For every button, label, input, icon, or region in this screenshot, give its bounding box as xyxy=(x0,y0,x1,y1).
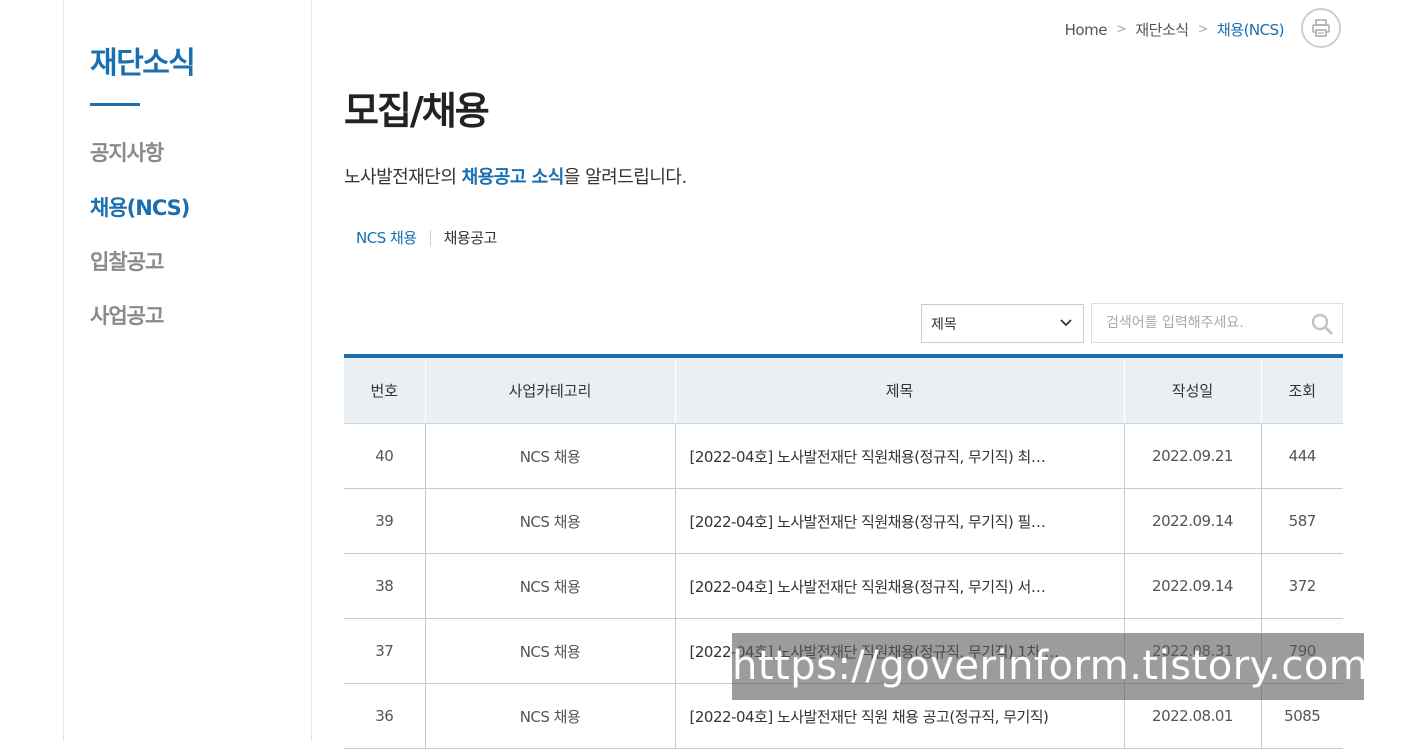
tab-divider xyxy=(429,229,431,246)
table-row[interactable]: 39 NCS 채용 [2022-04호] 노사발전재단 직원채용(정규직, 무기… xyxy=(344,488,1343,554)
chevron-down-icon xyxy=(1060,319,1072,327)
search-field-value: 제목 xyxy=(931,316,957,333)
row-category: NCS 채용 xyxy=(425,683,676,749)
breadcrumb-home[interactable]: Home xyxy=(1065,21,1108,39)
breadcrumb: Home > 재단소식 > 채용(NCS) xyxy=(1065,19,1285,40)
intro-text: 노사발전재단의 xyxy=(344,167,462,188)
chevron-right-icon: > xyxy=(1197,22,1209,37)
printer-icon xyxy=(1312,19,1330,37)
sidebar-item-notice[interactable]: 공지사항 xyxy=(90,137,164,167)
row-views: 587 xyxy=(1261,488,1343,554)
row-category: NCS 채용 xyxy=(425,553,676,619)
row-date: 2022.09.14 xyxy=(1124,553,1262,619)
row-title-link[interactable]: [2022-04호] 노사발전재단 직원채용(정규직, 무기직) 서… xyxy=(675,553,1125,619)
row-number: 37 xyxy=(344,618,426,684)
row-number: 36 xyxy=(344,683,426,749)
row-number: 40 xyxy=(344,423,426,489)
breadcrumb-current[interactable]: 채용(NCS) xyxy=(1217,19,1285,40)
table-row[interactable]: 40 NCS 채용 [2022-04호] 노사발전재단 직원채용(정규직, 무기… xyxy=(344,423,1343,489)
row-views: 372 xyxy=(1261,553,1343,619)
chevron-right-icon: > xyxy=(1115,22,1127,37)
sidebar-title: 재단소식 xyxy=(90,46,196,81)
sidebar-title-underline xyxy=(90,103,140,106)
row-category: NCS 채용 xyxy=(425,488,676,554)
header-date: 작성일 xyxy=(1124,358,1262,424)
header-category: 사업카테고리 xyxy=(425,358,676,424)
tab-recruit-notice[interactable]: 채용공고 xyxy=(444,227,498,248)
sidebar-item-bidding[interactable]: 입찰공고 xyxy=(90,246,164,276)
row-number: 38 xyxy=(344,553,426,619)
row-category: NCS 채용 xyxy=(425,618,676,684)
watermark-overlay: https://goverinform.tistory.com xyxy=(732,633,1368,700)
row-title-link[interactable]: [2022-04호] 노사발전재단 직원채용(정규직, 무기직) 최… xyxy=(675,423,1125,489)
intro-highlight: 채용공고 소식 xyxy=(461,167,565,188)
table-row[interactable]: 38 NCS 채용 [2022-04호] 노사발전재단 직원채용(정규직, 무기… xyxy=(344,553,1343,619)
search-input[interactable] xyxy=(1104,304,1308,342)
breadcrumb-level1[interactable]: 재단소식 xyxy=(1135,19,1189,40)
table-header-row: 번호 사업카테고리 제목 작성일 조회 xyxy=(344,358,1343,424)
row-title-link[interactable]: [2022-04호] 노사발전재단 직원채용(정규직, 무기직) 필… xyxy=(675,488,1125,554)
page-title: 모집/채용 xyxy=(344,89,490,133)
print-button[interactable] xyxy=(1301,8,1341,48)
search-icon[interactable] xyxy=(1310,312,1334,336)
search-box xyxy=(1091,303,1343,343)
search-field-select[interactable]: 제목 xyxy=(921,304,1084,343)
sidebar-item-recruit-ncs[interactable]: 채용(NCS) xyxy=(90,192,190,222)
sidebar-item-business[interactable]: 사업공고 xyxy=(90,300,164,330)
intro-text-end: 을 알려드립니다. xyxy=(563,167,687,188)
row-views: 444 xyxy=(1261,423,1343,489)
sidebar: 재단소식 공지사항 채용(NCS) 입찰공고 사업공고 xyxy=(63,0,312,741)
category-tabs: NCS 채용 채용공고 xyxy=(356,227,497,248)
row-number: 39 xyxy=(344,488,426,554)
header-number: 번호 xyxy=(344,358,426,424)
row-category: NCS 채용 xyxy=(425,423,676,489)
header-views: 조회 xyxy=(1261,358,1343,424)
page-intro: 노사발전재단의 채용공고 소식을 알려드립니다. xyxy=(344,163,687,189)
header-title: 제목 xyxy=(675,358,1125,424)
tab-ncs-recruit[interactable]: NCS 채용 xyxy=(356,227,417,248)
row-date: 2022.09.21 xyxy=(1124,423,1262,489)
row-date: 2022.09.14 xyxy=(1124,488,1262,554)
